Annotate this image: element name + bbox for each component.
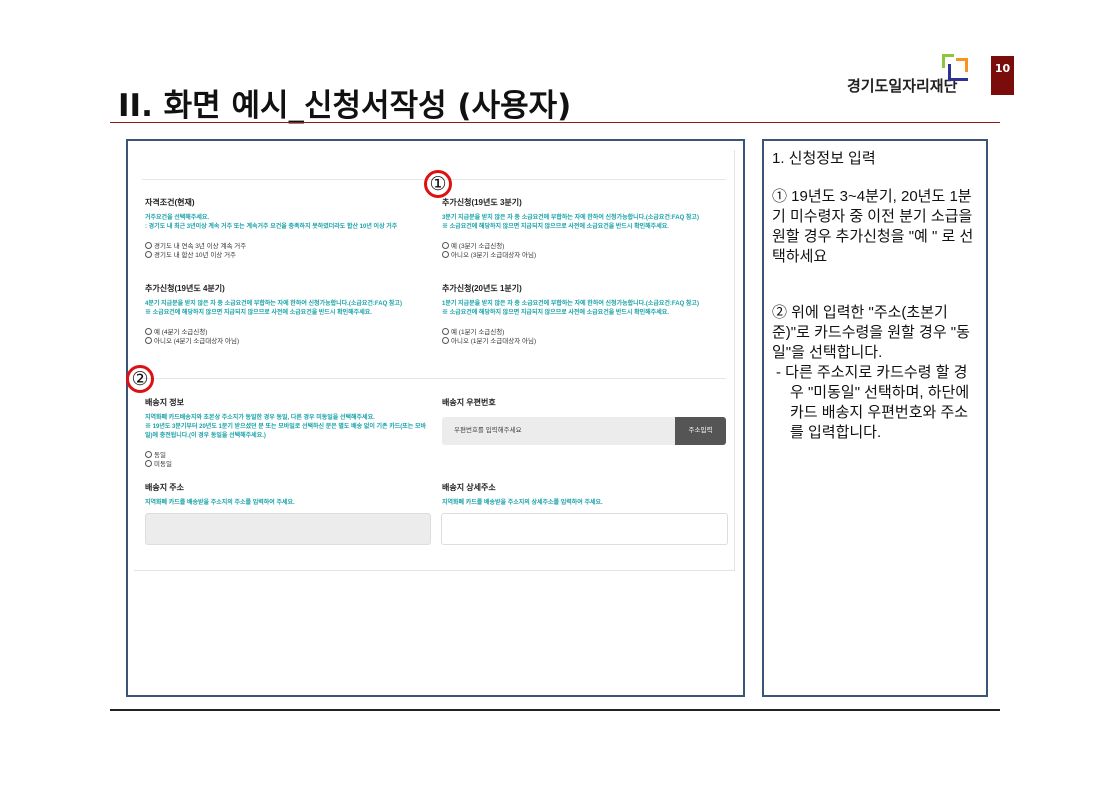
zipcode-input[interactable]: 우편번호를 입력해주세요 [442, 417, 675, 445]
section-desc: 1분기 지급분을 받지 않은 자 중 소급요건에 부합하는 자에 한하여 신청가… [442, 301, 699, 316]
section-desc: 3분기 지급분을 받지 않은 자 중 소급요건에 부합하는 자에 한하여 신청가… [442, 215, 699, 230]
radio-icon [442, 251, 449, 258]
explanation-panel: 1. 신청정보 입력 ① 19년도 3~4분기, 20년도 1분기 미수령자 중… [762, 139, 988, 697]
radio-icon [145, 242, 152, 249]
radio-icon [145, 337, 152, 344]
radio-icon [442, 242, 449, 249]
section-desc: 지역화폐 카드배송지와 초본상 주소지가 동일한 경우 동일, 다른 경우 미동… [145, 415, 427, 439]
section-heading: 자격조건(현재) [145, 198, 195, 207]
radio-icon [442, 337, 449, 344]
section-divider [142, 378, 726, 379]
radio-option[interactable]: 경기도 내 연속 3년 이상 계속 거주 [145, 242, 430, 251]
section-heading: 추가신청(20년도 1분기) [442, 284, 522, 293]
title-divider [110, 122, 1000, 123]
radio-icon [145, 460, 152, 467]
section-desc: 지역화폐 카드를 배송받을 주소지의 주소를 입력하여 주세요. [145, 500, 295, 506]
section-desc: 지역화폐 카드를 배송받을 주소지의 상세주소를 입력하여 주세요. [442, 500, 603, 506]
section-desc: 거주요건을 선택해주세요. : 경기도 내 최근 3년이상 계속 거주 또는 계… [145, 215, 398, 230]
page-number: 10 [991, 56, 1014, 95]
section-heading: 배송지 주소 [145, 483, 185, 492]
radio-option[interactable]: 동일 [145, 451, 430, 460]
note-2: ② 위에 입력한 "주소(초본기준)"로 카드수령을 원할 경우 "동일"을 선… [772, 304, 970, 361]
radio-option[interactable]: 경기도 내 합산 10년 이상 거주 [145, 251, 430, 260]
section-desc: 4분기 지급분을 받지 않은 자 중 소급요건에 부합하는 자에 한하여 신청가… [145, 301, 402, 316]
detail-address-input[interactable] [441, 513, 728, 545]
extra-20q1-section: 추가신청(20년도 1분기) 1분기 지급분을 받지 않은 자 중 소급요건에 … [442, 283, 727, 346]
radio-option[interactable]: 예 (1분기 소급신청) [442, 328, 727, 337]
radio-option[interactable]: 아니오 (3분기 소급대상자 아님) [442, 251, 727, 260]
address-search-button[interactable]: 주소입력 [675, 417, 726, 445]
foundation-logo-icon [942, 54, 968, 81]
radio-icon [442, 328, 449, 335]
radio-option[interactable]: 아니오 (1분기 소급대상자 아님) [442, 337, 727, 346]
slide-title: II. 화면 예시_신청서작성 (사용자) [118, 88, 572, 124]
section-heading: 배송지 정보 [145, 398, 185, 407]
section-heading: 배송지 상세주소 [442, 483, 496, 492]
delivery-info-section: 배송지 정보 지역화폐 카드배송지와 초본상 주소지가 동일한 경우 동일, 다… [145, 397, 430, 469]
footer-divider [110, 709, 1000, 711]
marker-1: ① [424, 170, 452, 198]
delivery-zip-section: 배송지 우편번호 [442, 397, 727, 414]
radio-option[interactable]: 예 (4분기 소급신청) [145, 328, 430, 337]
radio-option[interactable]: 아니오 (4분기 소급대상자 아님) [145, 337, 430, 346]
radio-icon [145, 251, 152, 258]
section-heading: 추가신청(19년도 3분기) [442, 198, 522, 207]
note-1: ① 19년도 3~4분기, 20년도 1분기 미수령자 중 이전 분기 소급을 … [772, 188, 974, 265]
radio-option[interactable]: 예 (3분기 소급신청) [442, 242, 727, 251]
address-input[interactable] [145, 513, 431, 545]
radio-icon [145, 328, 152, 335]
extra-19q4-section: 추가신청(19년도 4분기) 4분기 지급분을 받지 않은 자 중 소급요건에 … [145, 283, 430, 346]
delivery-detail-section: 배송지 상세주소 지역화폐 카드를 배송받을 주소지의 상세주소를 입력하여 주… [442, 482, 727, 508]
section-heading: 배송지 우편번호 [442, 398, 496, 407]
qualification-section: 자격조건(현재) 거주요건을 선택해주세요. : 경기도 내 최근 3년이상 계… [145, 197, 430, 260]
radio-option[interactable]: 미동일 [145, 460, 430, 469]
marker-2: ② [126, 365, 154, 393]
section-heading: 추가신청(19년도 4분기) [145, 284, 225, 293]
delivery-address-section: 배송지 주소 지역화폐 카드를 배송받을 주소지의 주소를 입력하여 주세요. [145, 482, 430, 508]
note-3: - 다른 주소지로 카드수령 할 경우 "미동일" 선택하며, 하단에 카드 배… [776, 364, 970, 441]
radio-icon [145, 451, 152, 458]
panel-title: 1. 신청정보 입력 [772, 150, 876, 167]
extra-19q3-section: 추가신청(19년도 3분기) 3분기 지급분을 받지 않은 자 중 소급요건에 … [442, 197, 727, 260]
